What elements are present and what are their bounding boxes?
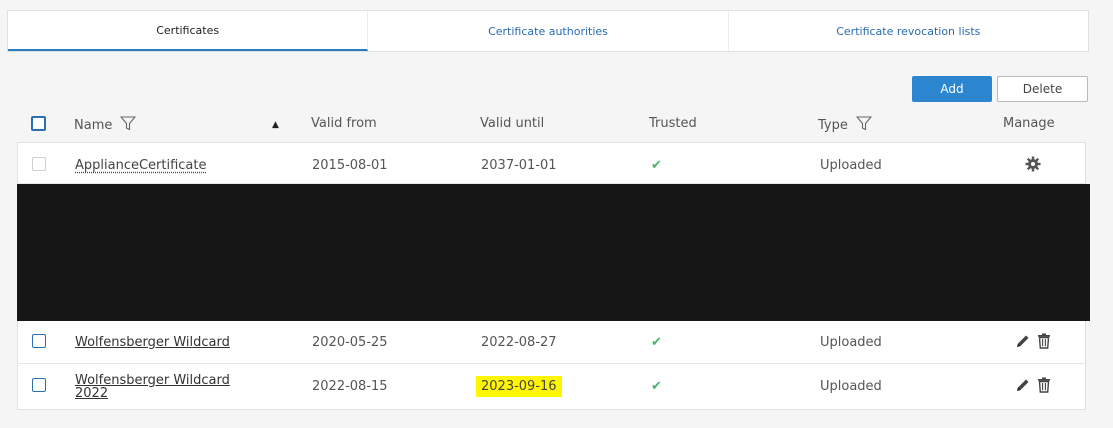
type-cell: Uploaded [820,158,882,173]
column-trusted-header[interactable]: Trusted [649,116,697,131]
filter-icon[interactable] [855,116,873,135]
redacted-block [17,184,1090,321]
edit-icon[interactable] [1015,333,1031,353]
tab-certificates[interactable]: Certificates [8,11,369,51]
valid-from-cell: 2020-05-25 [312,335,388,350]
row-checkbox [32,157,46,171]
certificate-name-link[interactable]: Wolfensberger Wildcard 2022 [75,374,230,400]
delete-button[interactable]: Delete [997,76,1088,102]
trash-icon[interactable] [1037,377,1051,397]
table-row: ApplianceCertificate 2015-08-01 2037-01-… [18,143,1085,184]
row-checkbox[interactable] [32,334,46,348]
manage-actions [1015,377,1051,397]
sort-ascending-icon[interactable]: ▲ [272,120,279,130]
table-header: Name ▲ Valid from Valid until Trusted Ty… [17,116,1087,136]
valid-from-cell: 2022-08-15 [312,379,388,394]
manage-actions [1015,333,1051,353]
column-name-header[interactable]: Name [74,116,137,135]
add-button[interactable]: Add [912,76,992,102]
table-row: Wolfensberger Wildcard 2020-05-25 2022-0… [18,322,1085,364]
select-all-checkbox[interactable] [31,116,46,131]
row-checkbox[interactable] [32,378,46,392]
column-valid-from-header[interactable]: Valid from [311,116,377,131]
certificate-name-link[interactable]: Wolfensberger Wildcard [75,335,230,350]
valid-until-cell: 2037-01-01 [481,158,557,173]
trash-icon[interactable] [1037,333,1051,353]
trusted-check-icon: ✔ [651,335,662,350]
column-manage-header: Manage [1003,116,1055,131]
valid-until-cell-highlighted: 2023-09-16 [476,376,562,397]
gear-icon[interactable] [1025,156,1041,176]
valid-from-cell: 2015-08-01 [312,158,388,173]
type-cell: Uploaded [820,335,882,350]
tab-certificate-authorities[interactable]: Certificate authorities [368,11,729,51]
tab-bar: Certificates Certificate authorities Cer… [7,10,1089,52]
manage-actions [1025,156,1041,176]
trusted-check-icon: ✔ [651,158,662,173]
tab-certificate-revocation-lists[interactable]: Certificate revocation lists [729,11,1088,51]
type-cell: Uploaded [820,379,882,394]
column-type-label: Type [818,118,848,133]
table-row: Wolfensberger Wildcard 2022 2022-08-15 2… [18,364,1085,410]
certificate-name-link[interactable]: ApplianceCertificate [75,158,207,173]
valid-until-cell: 2022-08-27 [481,335,557,350]
filter-icon[interactable] [120,116,137,135]
trusted-check-icon: ✔ [651,379,662,394]
certificate-name-line-2: 2022 [75,386,109,401]
edit-icon[interactable] [1015,377,1031,397]
column-valid-until-header[interactable]: Valid until [480,116,544,131]
column-name-label: Name [74,118,113,133]
column-type-header[interactable]: Type [818,116,873,135]
